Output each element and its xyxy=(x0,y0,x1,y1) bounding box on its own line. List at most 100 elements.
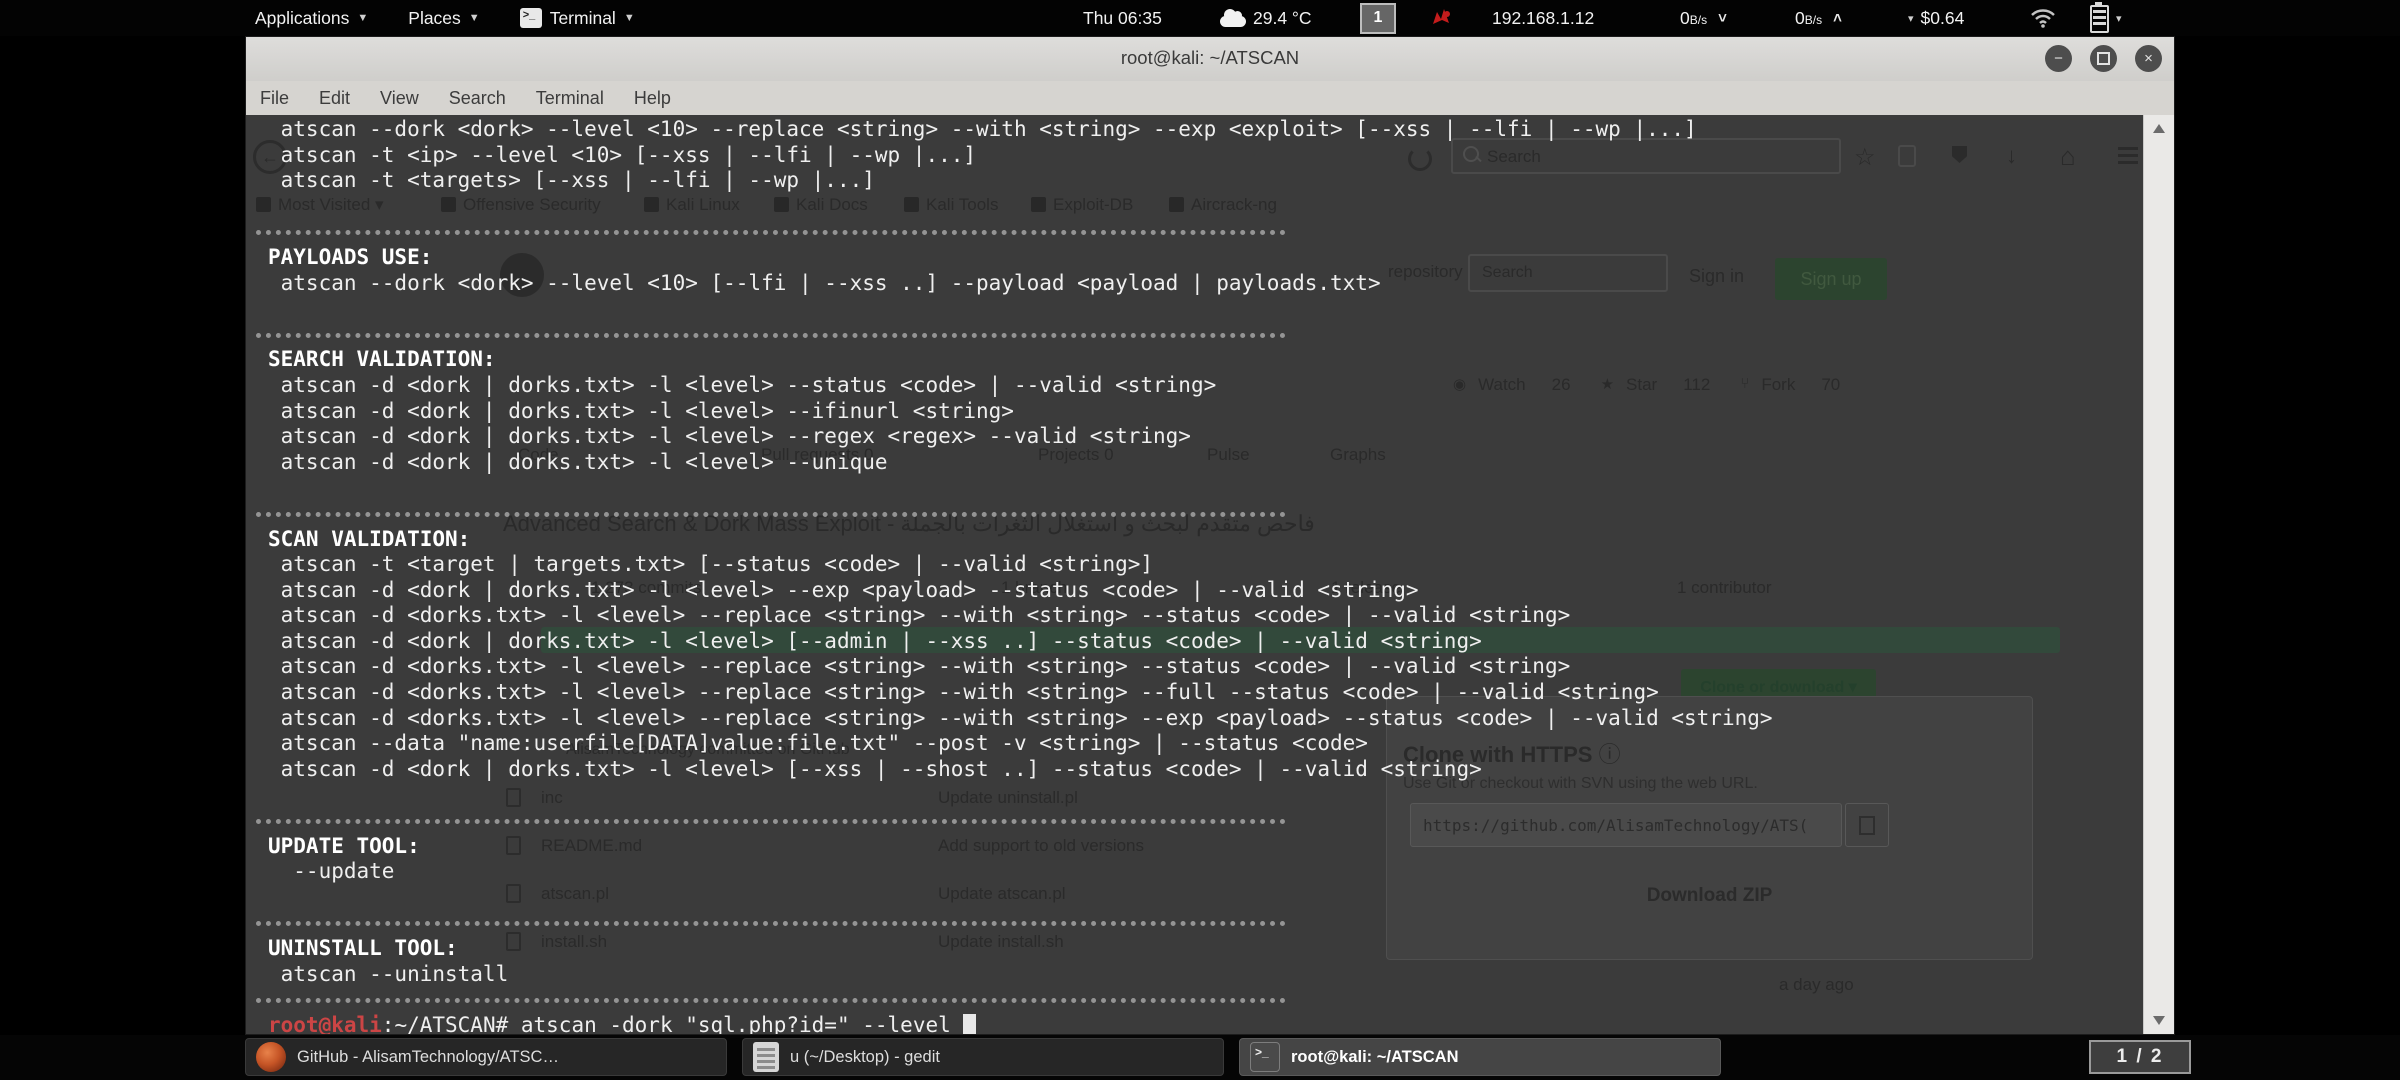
terminal-window: root@kali: ~/ATSCAN − × File Edit View Sear… xyxy=(245,36,2175,1035)
up-arrow-icon: ˄ xyxy=(1833,10,1842,27)
menubar-item-view[interactable]: View xyxy=(380,88,419,109)
separator-line xyxy=(256,819,1286,824)
terminal-menu-label: Terminal xyxy=(550,8,616,29)
scroll-up-icon xyxy=(2153,124,2165,133)
terminal-line: atscan -d <dork | dorks.txt> -l <level> … xyxy=(268,757,2144,783)
taskbar-item-label: GitHub - AlisamTechnology/ATSC… xyxy=(297,1048,559,1067)
net-down-value: 0 xyxy=(1680,8,1690,28)
separator-line xyxy=(256,230,1286,235)
prompt-command: atscan -dork "sql.php?id=" --level xyxy=(508,1013,963,1034)
terminal-line xyxy=(268,808,2144,834)
taskbar-item-label: u (~/Desktop) - gedit xyxy=(790,1048,940,1067)
terminal-line: PAYLOADS USE: xyxy=(268,245,2144,271)
separator-line xyxy=(256,998,1286,1003)
terminal-line: atscan -d <dork | dorks.txt> -l <level> … xyxy=(268,424,2144,450)
chevron-down-icon: ▾ xyxy=(2116,12,2122,25)
applications-menu[interactable]: Applications ▼ xyxy=(255,8,368,29)
terminal-line: atscan -d <dorks.txt> -l <level> --repla… xyxy=(268,654,2144,680)
ip-indicator[interactable]: 192.168.1.12 xyxy=(1492,0,1594,36)
terminal-menu[interactable]: Terminal ▼ xyxy=(520,8,635,29)
battery-indicator[interactable]: ▾ xyxy=(2090,0,2122,36)
workspace-indicator[interactable]: 1 xyxy=(1360,0,1396,36)
cloud-icon xyxy=(1220,16,1246,27)
terminal-line: atscan --dork <dork> --level <10> --repl… xyxy=(268,117,2144,143)
desktop: Applications ▼ Places ▼ Terminal ▼ Thu 0… xyxy=(0,0,2400,1080)
terminal-line: atscan --uninstall xyxy=(268,962,2144,988)
ticker-applet[interactable]: ▾ $0.64 xyxy=(1908,0,1964,36)
terminal-line: --update xyxy=(268,859,2144,885)
terminal-line: atscan -d <dorks.txt> -l <level> --repla… xyxy=(268,680,2144,706)
terminal-line: atscan -d <dorks.txt> -l <level> --repla… xyxy=(268,603,2144,629)
terminal-line: atscan -d <dork | dorks.txt> -l <level> … xyxy=(268,450,2144,476)
terminal-line: atscan -t <target | targets.txt> [--stat… xyxy=(268,552,2144,578)
workspace-number: 1 xyxy=(1360,3,1396,34)
terminal-line: atscan --dork <dork> --level <10> [--lfi… xyxy=(268,271,2144,297)
terminal-line: atscan -t <ip> --level <10> [--xss | --l… xyxy=(268,143,2144,169)
clock[interactable]: Thu 06:35 xyxy=(1083,0,1162,36)
terminal-line: UPDATE TOOL: xyxy=(268,834,2144,860)
places-menu[interactable]: Places ▼ xyxy=(408,8,479,29)
net-upload[interactable]: 0B/s ˄ xyxy=(1795,0,1842,36)
temperature-label: 29.4 °C xyxy=(1253,8,1312,29)
separator-line xyxy=(256,921,1286,926)
terminal-line: atscan -d <dork | dorks.txt> -l <level> … xyxy=(268,578,2144,604)
prompt-path: :~/ATSCAN# xyxy=(382,1013,508,1034)
prompt-user: root@kali xyxy=(268,1013,382,1034)
menu-bar: File Edit View Search Terminal Help xyxy=(246,81,2174,116)
terminal-line: SEARCH VALIDATION: xyxy=(268,347,2144,373)
scroll-down-icon xyxy=(2153,1016,2165,1025)
terminal-output: atscan --dork <dork> --level <10> --repl… xyxy=(246,115,2144,1034)
clock-label: Thu 06:35 xyxy=(1083,8,1162,29)
window-title: root@kali: ~/ATSCAN xyxy=(246,47,2174,69)
chevron-down-icon: ▼ xyxy=(357,12,368,24)
minimize-button[interactable]: − xyxy=(2045,45,2072,72)
menubar-item-terminal[interactable]: Terminal xyxy=(536,88,604,109)
weather-applet[interactable]: 29.4 °C xyxy=(1220,0,1312,36)
close-button[interactable]: × xyxy=(2135,45,2162,72)
ip-label: 192.168.1.12 xyxy=(1492,8,1594,29)
terminal-scrollbar[interactable] xyxy=(2143,115,2174,1034)
chevron-down-icon: ▼ xyxy=(469,12,480,24)
terminal-line: atscan -d <dork | dorks.txt> -l <level> … xyxy=(268,399,2144,425)
taskbar-item-label: root@kali: ~/ATSCAN xyxy=(1291,1048,1459,1067)
terminal-line: atscan -d <dork | dorks.txt> -l <level> … xyxy=(268,629,2144,655)
top-panel: Applications ▼ Places ▼ Terminal ▼ Thu 0… xyxy=(0,0,2400,36)
kali-notifier[interactable] xyxy=(1430,0,1454,36)
wifi-indicator[interactable] xyxy=(2030,0,2056,36)
terminal-line xyxy=(268,475,2144,501)
titlebar[interactable]: root@kali: ~/ATSCAN − × xyxy=(246,37,2174,82)
taskbar-item-2[interactable]: u (~/Desktop) - gedit xyxy=(742,1038,1224,1076)
terminal-line xyxy=(268,987,2144,1013)
terminal-line xyxy=(268,501,2144,527)
terminal-line: atscan -d <dork | dorks.txt> -l <level> … xyxy=(268,373,2144,399)
net-download[interactable]: 0B/s ˅ xyxy=(1680,0,1727,36)
menubar-item-edit[interactable]: Edit xyxy=(319,88,350,109)
terminal-line xyxy=(268,219,2144,245)
menubar-item-help[interactable]: Help xyxy=(634,88,671,109)
firefox-icon xyxy=(256,1042,286,1072)
separator-line xyxy=(256,512,1286,517)
terminal-line xyxy=(268,296,2144,322)
terminal-line xyxy=(268,322,2144,348)
menubar-item-search[interactable]: Search xyxy=(449,88,506,109)
ticker-value: $0.64 xyxy=(1921,8,1965,29)
terminal-line xyxy=(268,782,2144,808)
taskbar-item-3[interactable]: root@kali: ~/ATSCAN xyxy=(1239,1038,1721,1076)
terminal-prompt-line: root@kali:~/ATSCAN# atscan -dork "sql.ph… xyxy=(268,1013,2144,1034)
net-up-unit: B/s xyxy=(1805,13,1822,27)
kali-dragon-icon xyxy=(1430,6,1454,30)
terminal-line: atscan -d <dorks.txt> -l <level> --repla… xyxy=(268,706,2144,732)
net-down-unit: B/s xyxy=(1690,13,1707,27)
terminal-line xyxy=(268,194,2144,220)
terminal-content[interactable]: ← Search ☆ ↓ ⌂ Most Visited ▾Offensive S… xyxy=(246,115,2174,1034)
places-menu-label: Places xyxy=(408,8,461,29)
chevron-down-icon: ▼ xyxy=(624,12,635,24)
terminal-icon xyxy=(520,8,542,28)
workspace-pager[interactable]: 1 / 2 xyxy=(2089,1040,2191,1074)
terminal-icon xyxy=(1250,1042,1280,1072)
net-up-value: 0 xyxy=(1795,8,1805,28)
taskbar-item-1[interactable]: GitHub - AlisamTechnology/ATSC… xyxy=(245,1038,727,1076)
maximize-button[interactable] xyxy=(2090,45,2117,72)
menubar-item-file[interactable]: File xyxy=(260,88,289,109)
applications-menu-label: Applications xyxy=(255,8,349,29)
